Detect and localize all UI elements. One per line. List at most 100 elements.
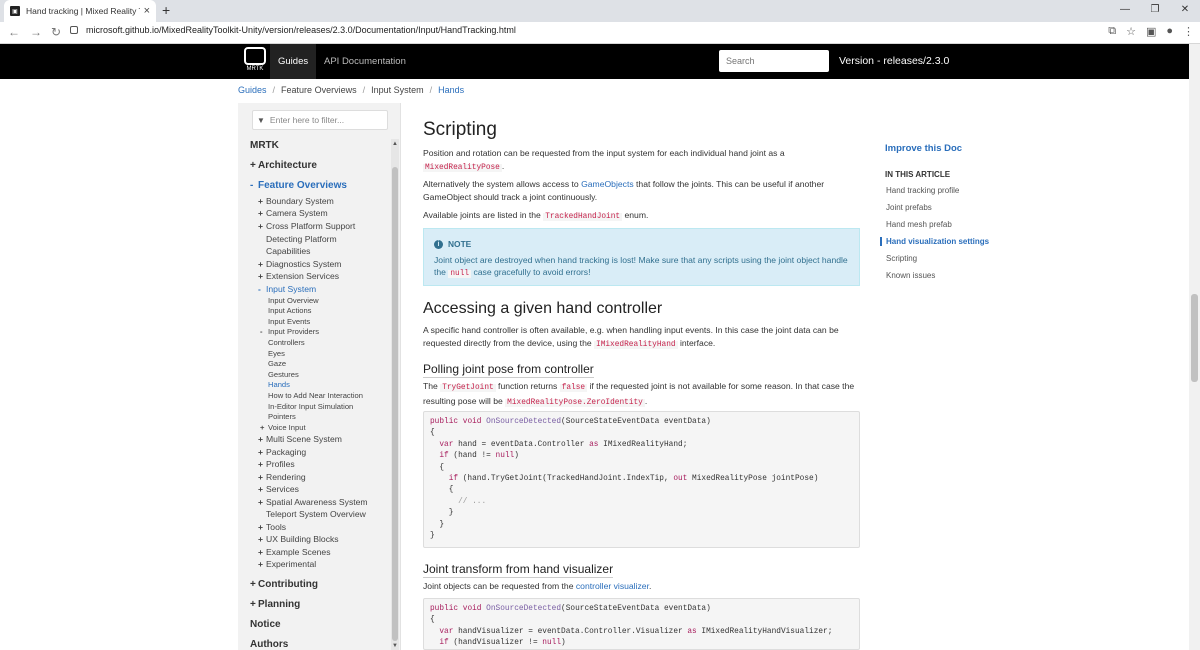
expand-icon[interactable]: + — [258, 522, 266, 532]
sidebar-item-packaging[interactable]: + Packaging — [258, 447, 306, 457]
sidebar-item-in-editor-input-simulation[interactable]: In-Editor Input Simulation — [268, 402, 353, 411]
close-window-icon[interactable]: ✕ — [1170, 0, 1200, 22]
gameobjects-link[interactable]: GameObjects — [581, 179, 634, 189]
sidebar-item-boundary-system[interactable]: + Boundary System — [258, 196, 334, 206]
outline-item-hand-mesh-prefab[interactable]: Hand mesh prefab — [886, 220, 952, 229]
sidebar-item-example-scenes[interactable]: + Example Scenes — [258, 547, 331, 557]
sidebar-item-hands[interactable]: Hands — [268, 380, 290, 389]
menu-icon[interactable]: ⋮ — [1183, 25, 1194, 38]
sidebar-item-how-to-add-near-interaction[interactable]: How to Add Near Interaction — [268, 391, 363, 400]
sidebar-item-experimental[interactable]: + Experimental — [258, 559, 316, 569]
expand-icon[interactable]: + — [258, 447, 266, 457]
sidebar-item-spatial-awareness-system[interactable]: + Spatial Awareness System — [258, 497, 368, 507]
close-tab-icon[interactable]: × — [144, 5, 150, 17]
controller-visualizer-link[interactable]: controller visualizer — [576, 581, 649, 591]
sidebar-item-contributing[interactable]: + Contributing — [250, 579, 318, 590]
sidebar-item-controllers[interactable]: Controllers — [268, 338, 305, 347]
page-scroll-thumb[interactable] — [1191, 294, 1198, 382]
sidebar-item-gaze[interactable]: Gaze — [268, 359, 286, 368]
browser-tab[interactable]: ▣ Hand tracking | Mixed Reality To × — [4, 0, 156, 22]
outline-item-hand-tracking-profile[interactable]: Hand tracking profile — [886, 186, 959, 195]
outline-item-known-issues[interactable]: Known issues — [886, 271, 935, 280]
expand-icon[interactable]: + — [258, 484, 266, 494]
sidebar-item-input-actions[interactable]: Input Actions — [268, 306, 311, 315]
sidebar-item-voice-input[interactable]: + Voice Input — [260, 423, 306, 432]
breadcrumb-guides[interactable]: Guides — [238, 85, 267, 95]
expand-icon[interactable]: + — [250, 160, 258, 171]
expand-icon[interactable]: + — [250, 599, 258, 610]
scroll-down-icon[interactable]: ▼ — [392, 643, 398, 649]
outline-item-joint-prefabs[interactable]: Joint prefabs — [886, 203, 932, 212]
minimize-icon[interactable]: — — [1110, 0, 1140, 22]
expand-icon[interactable]: + — [258, 534, 266, 544]
maximize-icon[interactable]: ❐ — [1140, 0, 1170, 22]
sidebar-item-planning[interactable]: + Planning — [250, 599, 300, 610]
expand-icon[interactable]: + — [260, 423, 268, 432]
breadcrumb-feature-overviews[interactable]: Feature Overviews — [281, 85, 357, 95]
collapse-icon[interactable]: - — [258, 284, 266, 294]
expand-icon[interactable]: + — [258, 434, 266, 444]
sidebar-item-notice[interactable]: Notice — [250, 619, 281, 630]
expand-icon[interactable]: + — [258, 271, 266, 281]
breadcrumb-hands[interactable]: Hands — [438, 85, 464, 95]
sidebar-item-feature-overviews[interactable]: - Feature Overviews — [250, 180, 347, 191]
toc-filter-input[interactable]: ▼ Enter here to filter... — [252, 110, 388, 130]
forward-icon[interactable]: → — [30, 25, 42, 39]
sidebar-item-mrtk[interactable]: MRTK — [250, 140, 279, 151]
sidebar-item-multi-scene-system[interactable]: + Multi Scene System — [258, 434, 342, 444]
outline-item-scripting[interactable]: Scripting — [886, 254, 917, 263]
expand-icon[interactable]: + — [250, 579, 258, 590]
nav-guides-link[interactable]: Guides — [270, 44, 317, 79]
expand-icon[interactable]: + — [258, 559, 266, 569]
extension-icon[interactable]: ▣ — [1146, 25, 1156, 38]
sidebar-item-tools[interactable]: + Tools — [258, 522, 286, 532]
expand-icon[interactable]: + — [258, 208, 266, 218]
expand-icon[interactable]: + — [258, 259, 266, 269]
sidebar-item-services[interactable]: + Services — [258, 484, 299, 494]
sidebar-item-architecture[interactable]: + Architecture — [250, 160, 317, 171]
expand-icon[interactable]: + — [258, 547, 266, 557]
collapse-icon[interactable]: - — [250, 180, 258, 191]
sidebar-scroll-thumb[interactable] — [392, 167, 398, 641]
sidebar-item-input-events[interactable]: Input Events — [268, 317, 310, 326]
nav-api-documentation-link[interactable]: API Documentation — [324, 44, 406, 79]
sidebar-item-detecting-platform[interactable]: Detecting Platform — [266, 234, 337, 244]
sidebar-item-diagnostics-system[interactable]: + Diagnostics System — [258, 259, 341, 269]
reload-icon[interactable]: ↻ — [51, 25, 61, 39]
expand-icon[interactable]: + — [258, 196, 266, 206]
url-field[interactable]: microsoft.github.io/MixedRealityToolkit-… — [70, 25, 516, 35]
bookmark-star-icon[interactable]: ☆ — [1126, 25, 1136, 38]
expand-icon[interactable]: + — [258, 221, 266, 231]
sidebar-item-authors[interactable]: Authors — [250, 639, 288, 650]
sidebar-item-eyes[interactable]: Eyes — [268, 349, 285, 358]
sidebar-item-input-providers[interactable]: - Input Providers — [260, 327, 319, 336]
sidebar-item-profiles[interactable]: + Profiles — [258, 459, 295, 469]
expand-icon[interactable]: + — [258, 472, 266, 482]
sidebar-item-input-overview[interactable]: Input Overview — [268, 296, 319, 305]
sidebar-item-ux-building-blocks[interactable]: + UX Building Blocks — [258, 534, 339, 544]
translate-icon[interactable]: ⧉ — [1108, 25, 1116, 38]
sidebar-scrollbar[interactable]: ▲ ▼ — [391, 139, 399, 650]
expand-icon[interactable]: + — [258, 497, 266, 507]
sidebar-item-gestures[interactable]: Gestures — [268, 370, 299, 379]
mrtk-logo[interactable]: MRTK — [243, 47, 267, 77]
sidebar-item-rendering[interactable]: + Rendering — [258, 472, 306, 482]
sidebar-item-cross-platform-support[interactable]: + Cross Platform Support — [258, 221, 355, 231]
sidebar-item-capabilities[interactable]: Capabilities — [266, 246, 310, 256]
page-scrollbar[interactable] — [1189, 44, 1200, 650]
sidebar-item-camera-system[interactable]: + Camera System — [258, 208, 328, 218]
breadcrumb-input-system[interactable]: Input System — [371, 85, 424, 95]
collapse-icon[interactable]: - — [260, 327, 268, 336]
profile-icon[interactable]: ● — [1166, 25, 1173, 38]
sidebar-item-pointers[interactable]: Pointers — [268, 412, 296, 421]
outline-item-hand-visualization-settings[interactable]: Hand visualization settings — [880, 237, 989, 246]
improve-this-doc-link[interactable]: Improve this Doc — [885, 143, 962, 154]
expand-icon[interactable]: + — [258, 459, 266, 469]
back-icon[interactable]: ← — [8, 25, 20, 39]
search-input[interactable] — [719, 50, 829, 72]
sidebar-item-input-system[interactable]: - Input System — [258, 284, 316, 294]
new-tab-icon[interactable]: + — [162, 2, 170, 18]
sidebar-item-extension-services[interactable]: + Extension Services — [258, 271, 339, 281]
sidebar-item-teleport-system-overview[interactable]: Teleport System Overview — [266, 509, 366, 519]
scroll-up-icon[interactable]: ▲ — [392, 141, 398, 147]
